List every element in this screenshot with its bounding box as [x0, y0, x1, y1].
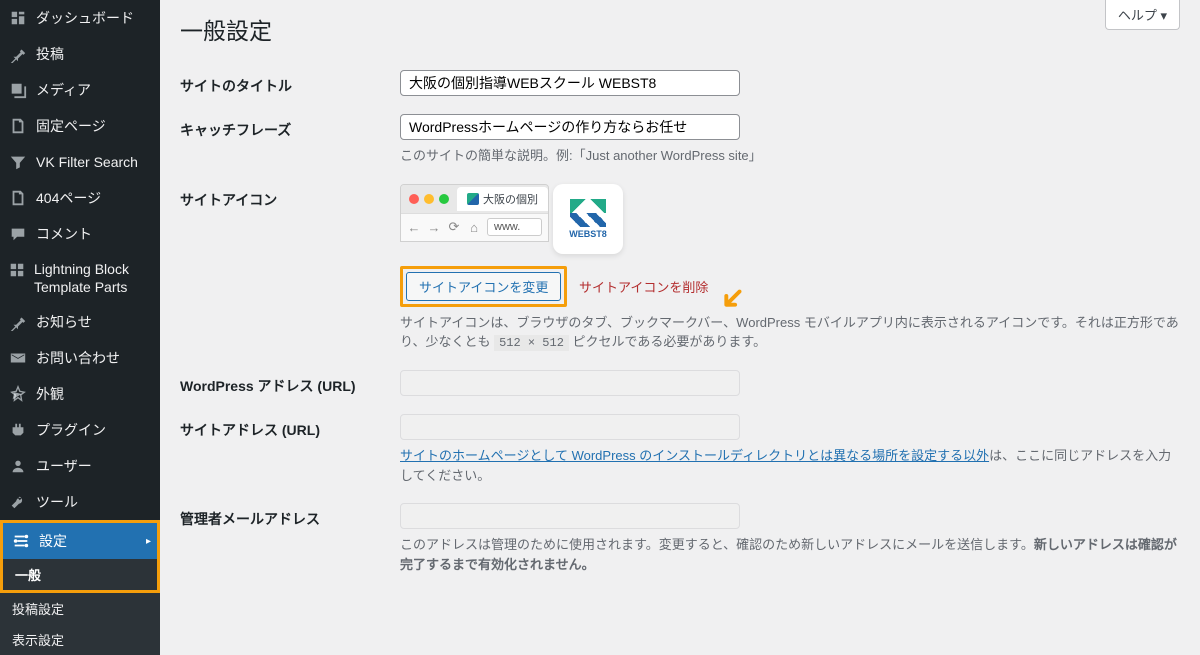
sidebar-item-tools[interactable]: ツール: [0, 484, 160, 520]
sidebar-item-label: 設定: [39, 531, 67, 551]
main-content: ヘルプ ▾ 一般設定 サイトのタイトル キャッチフレーズ このサイトの簡単な説明…: [160, 0, 1200, 648]
sidebar-item-404[interactable]: 404ページ: [0, 180, 160, 216]
favicon-logo-icon: [570, 199, 606, 227]
home-icon: ⌂: [467, 220, 481, 235]
sidebar-item-posts[interactable]: 投稿: [0, 36, 160, 72]
input-site-title[interactable]: [400, 70, 740, 96]
sidebar-item-label: Lightning Block Template Parts: [34, 260, 152, 296]
change-site-icon-button[interactable]: サイトアイコンを変更: [406, 272, 561, 301]
settings-submenu: 一般: [3, 559, 157, 590]
appearance-icon: [8, 384, 28, 404]
label-site-icon: サイトアイコン: [180, 184, 400, 353]
sidebar-item-label: お知らせ: [36, 312, 92, 332]
sidebar-item-label: プラグイン: [36, 420, 106, 440]
sidebar-item-label: 外観: [36, 384, 64, 404]
traffic-lights: [401, 194, 457, 204]
label-site-url: サイトアドレス (URL): [180, 414, 400, 485]
sidebar-item-label: コメント: [36, 224, 92, 244]
sidebar-item-label: VK Filter Search: [36, 154, 138, 170]
label-site-title: サイトのタイトル: [180, 70, 400, 96]
page-icon: [8, 188, 28, 208]
mail-icon: [8, 348, 28, 368]
input-wp-url[interactable]: [400, 370, 740, 396]
sidebar-item-label: お問い合わせ: [36, 348, 120, 368]
page-title: 一般設定: [180, 0, 1180, 50]
submenu-writing[interactable]: 投稿設定: [0, 593, 160, 624]
sidebar-item-label: ユーザー: [36, 456, 92, 476]
sidebar-item-plugins[interactable]: プラグイン: [0, 412, 160, 448]
admin-sidebar: ダッシュボード 投稿 メディア 固定ページ VK Filter Search 4…: [0, 0, 160, 648]
pin-icon: [8, 312, 28, 332]
favicon-preview-large: WEBST8: [553, 184, 623, 254]
settings-submenu-cont: 投稿設定 表示設定: [0, 593, 160, 655]
sidebar-item-users[interactable]: ユーザー: [0, 448, 160, 484]
sidebar-item-appearance[interactable]: 外観: [0, 376, 160, 412]
sidebar-item-label: ツール: [36, 492, 78, 512]
comment-icon: [8, 224, 28, 244]
dashboard-icon: [8, 8, 28, 28]
forward-icon: →: [427, 220, 441, 235]
dims-code: 512 × 512: [494, 335, 569, 351]
page-icon: [8, 116, 28, 136]
favicon-mini-icon: [467, 193, 479, 205]
sidebar-item-label: 固定ページ: [36, 116, 106, 136]
chevron-right-icon: ▸: [146, 536, 151, 547]
highlight-settings-menu: 設定 ▸ 一般: [0, 520, 160, 593]
desc-tagline: このサイトの簡単な説明。例:「Just another WordPress si…: [400, 146, 1180, 166]
filter-icon: [8, 152, 28, 172]
help-tab[interactable]: ヘルプ ▾: [1105, 0, 1180, 30]
tab-title: 大阪の個別: [483, 191, 538, 207]
desc-site-icon: サイトアイコンは、ブラウザのタブ、ブックマークバー、WordPress モバイル…: [400, 313, 1180, 353]
label-admin-email: 管理者メールアドレス: [180, 503, 400, 574]
sidebar-item-lightning[interactable]: Lightning Block Template Parts: [0, 252, 160, 304]
input-site-url[interactable]: [400, 414, 740, 440]
sidebar-item-label: 404ページ: [36, 188, 101, 208]
tools-icon: [8, 492, 28, 512]
block-icon: [8, 260, 26, 280]
favicon-brand-text: WEBST8: [569, 229, 607, 239]
sidebar-item-vkfilter[interactable]: VK Filter Search: [0, 144, 160, 180]
pin-icon: [8, 44, 28, 64]
sidebar-item-settings[interactable]: 設定 ▸: [3, 523, 157, 559]
sidebar-item-pages[interactable]: 固定ページ: [0, 108, 160, 144]
url-bar: www.: [487, 218, 542, 236]
submenu-general[interactable]: 一般: [3, 559, 157, 590]
sidebar-item-dashboard[interactable]: ダッシュボード: [0, 0, 160, 36]
browser-preview: 大阪の個別 ← → ⟳ ⌂ www.: [400, 184, 549, 242]
desc-site-url: サイトのホームページとして WordPress のインストールディレクトリとは異…: [400, 446, 1180, 485]
settings-icon: [11, 531, 31, 551]
plugin-icon: [8, 420, 28, 440]
input-admin-email[interactable]: [400, 503, 740, 529]
browser-tab: 大阪の個別: [457, 187, 548, 211]
input-tagline[interactable]: [400, 114, 740, 140]
reload-icon: ⟳: [447, 219, 461, 235]
media-icon: [8, 80, 28, 100]
user-icon: [8, 456, 28, 476]
sidebar-item-media[interactable]: メディア: [0, 72, 160, 108]
desc-admin-email: このアドレスは管理のために使用されます。変更すると、確認のため新しいアドレスにメ…: [400, 535, 1180, 574]
sidebar-item-comments[interactable]: コメント: [0, 216, 160, 252]
sidebar-item-news[interactable]: お知らせ: [0, 304, 160, 340]
back-icon: ←: [407, 220, 421, 235]
sidebar-item-label: 投稿: [36, 44, 64, 64]
sidebar-item-contact[interactable]: お問い合わせ: [0, 340, 160, 376]
sidebar-item-label: ダッシュボード: [36, 8, 134, 28]
site-url-help-link[interactable]: サイトのホームページとして WordPress のインストールディレクトリとは異…: [400, 448, 989, 463]
submenu-reading[interactable]: 表示設定: [0, 624, 160, 655]
label-wp-url: WordPress アドレス (URL): [180, 370, 400, 396]
remove-site-icon-link[interactable]: サイトアイコンを削除: [579, 280, 708, 295]
highlight-change-icon: サイトアイコンを変更: [400, 266, 567, 307]
label-tagline: キャッチフレーズ: [180, 114, 400, 166]
sidebar-item-label: メディア: [36, 80, 91, 100]
